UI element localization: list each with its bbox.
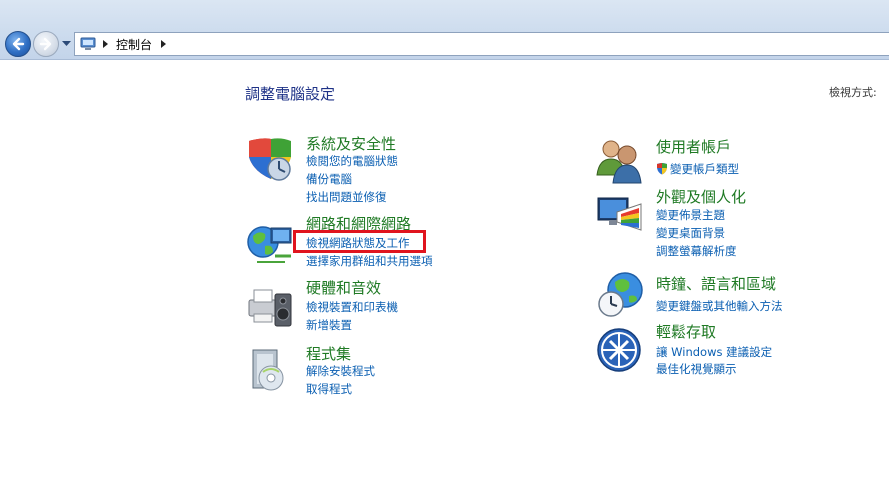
- link-adjust-screen-resolution[interactable]: 調整螢幕解析度: [656, 243, 737, 259]
- link-let-windows-suggest-settings[interactable]: 讓 Windows 建議設定: [656, 344, 772, 360]
- forward-button[interactable]: [33, 31, 59, 57]
- category-clock-language-region[interactable]: 時鐘、語言和區域: [656, 273, 776, 294]
- link-review-computer-status[interactable]: 檢閱您的電腦狀態: [306, 153, 398, 169]
- link-change-keyboard-input[interactable]: 變更鍵盤或其他輸入方法: [656, 298, 783, 314]
- arrow-right-icon: [39, 37, 52, 51]
- page-title: 調整電腦設定: [245, 85, 336, 103]
- view-by-label: 檢視方式:: [829, 86, 877, 99]
- link-find-fix-problems[interactable]: 找出問題並修復: [306, 189, 387, 205]
- programs-box-icon[interactable]: [245, 346, 295, 396]
- link-change-account-type-label: 變更帳戶類型: [670, 162, 739, 176]
- breadcrumb-control-panel[interactable]: 控制台: [112, 36, 156, 53]
- link-homegroup-sharing-options[interactable]: 選擇家用群組和共用選項: [306, 253, 433, 269]
- breadcrumb-separator-icon[interactable]: [156, 36, 170, 52]
- control-panel-icon: [80, 36, 98, 52]
- category-system-security[interactable]: 系統及安全性: [306, 133, 396, 154]
- chevron-down-icon: [61, 41, 71, 46]
- navigation-bar: 控制台: [0, 0, 889, 60]
- link-get-programs[interactable]: 取得程式: [306, 381, 352, 397]
- breadcrumb-separator-icon[interactable]: [98, 36, 112, 52]
- arrow-left-icon: [12, 37, 25, 51]
- address-bar[interactable]: 控制台: [74, 32, 889, 56]
- category-programs[interactable]: 程式集: [306, 343, 351, 364]
- appearance-monitor-icon[interactable]: [595, 192, 645, 242]
- recent-pages-button[interactable]: [61, 39, 71, 49]
- category-appearance-personalization[interactable]: 外觀及個人化: [656, 186, 746, 207]
- security-shield-icon[interactable]: [245, 135, 295, 185]
- link-add-device[interactable]: 新增裝置: [306, 317, 352, 333]
- printer-speaker-icon[interactable]: [245, 282, 295, 332]
- back-button[interactable]: [5, 31, 31, 57]
- category-ease-of-access[interactable]: 輕鬆存取: [656, 321, 716, 342]
- link-change-theme[interactable]: 變更佈景主題: [656, 207, 725, 223]
- ease-of-access-icon[interactable]: [595, 326, 645, 376]
- category-user-accounts[interactable]: 使用者帳戶: [656, 136, 731, 157]
- user-accounts-icon[interactable]: [595, 135, 645, 185]
- link-backup-computer[interactable]: 備份電腦: [306, 171, 352, 187]
- link-change-desktop-background[interactable]: 變更桌面背景: [656, 225, 725, 241]
- link-change-account-type[interactable]: 變更帳戶類型: [656, 161, 739, 177]
- link-view-devices-printers[interactable]: 檢視裝置和印表機: [306, 299, 398, 315]
- category-hardware-sound[interactable]: 硬體和音效: [306, 277, 381, 298]
- highlight-annotation-box: [293, 230, 426, 253]
- network-globe-icon[interactable]: [245, 220, 295, 270]
- link-optimize-visual-display[interactable]: 最佳化視覺顯示: [656, 361, 737, 377]
- clock-globe-icon[interactable]: [595, 270, 645, 320]
- link-uninstall-program[interactable]: 解除安裝程式: [306, 363, 375, 379]
- uac-shield-icon: [657, 163, 667, 175]
